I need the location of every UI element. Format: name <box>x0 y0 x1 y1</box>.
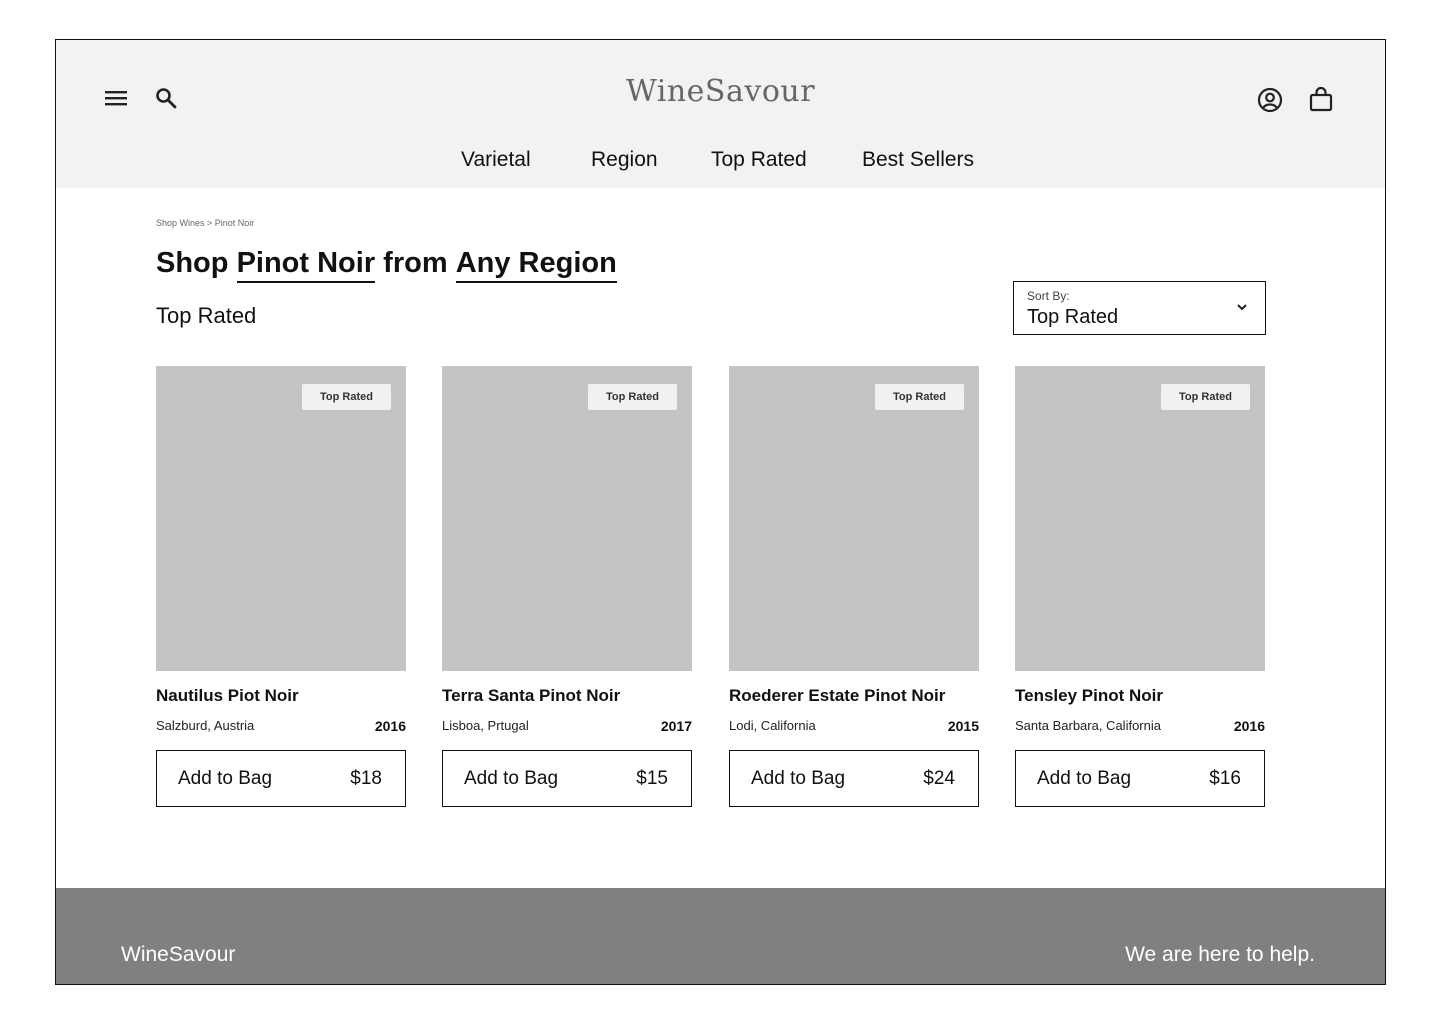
product-region: Lisboa, Prtugal <box>442 718 529 733</box>
add-to-bag-button[interactable]: Add to Bag $16 <box>1015 750 1265 807</box>
product-price: $18 <box>350 768 382 789</box>
product-price: $24 <box>923 768 955 789</box>
nav-item-best-sellers[interactable]: Best Sellers <box>862 148 974 172</box>
product-image[interactable]: Top Rated <box>442 366 692 671</box>
product-price: $15 <box>636 768 668 789</box>
product-region: Santa Barbara, California <box>1015 718 1161 733</box>
product-region: Salzburd, Austria <box>156 718 255 733</box>
add-to-bag-label: Add to Bag <box>464 768 559 789</box>
site-footer: WineSavour We are here to help. <box>56 888 1385 984</box>
add-to-bag-button[interactable]: Add to Bag $15 <box>442 750 692 807</box>
account-icon[interactable] <box>1255 85 1285 115</box>
product-price: $16 <box>1209 768 1241 789</box>
product-image[interactable]: Top Rated <box>156 366 406 671</box>
sort-label: Sort By: <box>1027 289 1070 303</box>
site-logo[interactable]: WineSavour <box>56 74 1385 109</box>
footer-brand[interactable]: WineSavour <box>121 943 235 967</box>
add-to-bag-button[interactable]: Add to Bag $18 <box>156 750 406 807</box>
section-title: Top Rated <box>156 303 257 328</box>
nav-item-varietal[interactable]: Varietal <box>461 148 531 172</box>
add-to-bag-label: Add to Bag <box>1037 768 1132 789</box>
sort-value: Top Rated <box>1027 306 1119 328</box>
main-nav: Varietal Region Top Rated Best Sellers <box>56 148 1385 178</box>
title-prefix: Shop <box>156 247 229 279</box>
add-to-bag-label: Add to Bag <box>178 768 273 789</box>
top-rated-badge: Top Rated <box>1161 384 1250 410</box>
nav-item-region[interactable]: Region <box>591 148 658 172</box>
product-name[interactable]: Roederer Estate Pinot Noir <box>729 686 945 706</box>
product-year: 2016 <box>374 718 406 734</box>
site-header: WineSavour Varietal Region Top Rated Bes… <box>56 40 1385 188</box>
product-image[interactable]: Top Rated <box>1015 366 1265 671</box>
product-region: Lodi, California <box>729 718 816 733</box>
page-frame: WineSavour Varietal Region Top Rated Bes… <box>55 39 1386 985</box>
product-year: 2016 <box>1233 718 1265 734</box>
varietal-filter[interactable]: Pinot Noir <box>236 247 376 283</box>
product-name[interactable]: Terra Santa Pinot Noir <box>442 686 620 706</box>
top-rated-badge: Top Rated <box>875 384 964 410</box>
footer-help-link[interactable]: We are here to help. <box>1125 943 1315 967</box>
top-rated-badge: Top Rated <box>302 384 391 410</box>
page-title: Shop Pinot Noir from Any Region <box>156 247 617 283</box>
breadcrumb[interactable]: Shop Wines > Pinot Noir <box>156 218 254 228</box>
region-filter[interactable]: Any Region <box>455 247 617 283</box>
product-name[interactable]: Nautilus Piot Noir <box>156 686 299 706</box>
chevron-down-icon <box>1237 304 1247 311</box>
product-year: 2017 <box>660 718 692 734</box>
title-middle: from <box>383 247 448 279</box>
product-year: 2015 <box>947 718 979 734</box>
product-image[interactable]: Top Rated <box>729 366 979 671</box>
top-rated-badge: Top Rated <box>588 384 677 410</box>
sort-dropdown[interactable]: Sort By: Top Rated <box>1013 281 1266 335</box>
add-to-bag-button[interactable]: Add to Bag $24 <box>729 750 979 807</box>
bag-icon[interactable] <box>1306 84 1336 114</box>
product-name[interactable]: Tensley Pinot Noir <box>1015 686 1163 706</box>
nav-item-top-rated[interactable]: Top Rated <box>711 148 807 172</box>
add-to-bag-label: Add to Bag <box>751 768 846 789</box>
